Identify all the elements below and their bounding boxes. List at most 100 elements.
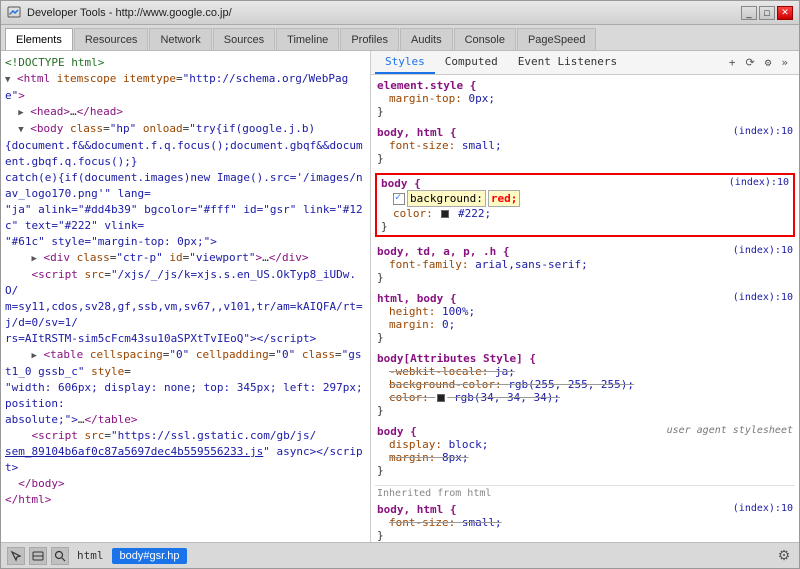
title-bar: Developer Tools - http://www.google.co.j… bbox=[1, 1, 799, 25]
rule-header: body[Attributes Style] { bbox=[377, 352, 793, 365]
rule-body-html: body, html { (index):10 font-size: small… bbox=[375, 126, 795, 165]
rule-close: } bbox=[377, 529, 793, 542]
tab-timeline[interactable]: Timeline bbox=[276, 28, 339, 50]
color-swatch bbox=[437, 394, 445, 402]
rule-close: } bbox=[381, 220, 789, 233]
editable-prop[interactable]: background: bbox=[407, 190, 486, 207]
html-line: </html> bbox=[5, 492, 366, 508]
html-line: "width: 606px; display: none; top: 345px… bbox=[5, 380, 366, 412]
rule-selector: body, html { bbox=[377, 503, 456, 516]
html-panel[interactable]: <!DOCTYPE html> ▼ <html itemscope itemty… bbox=[1, 51, 371, 542]
rule-body-editing: body { (index):10 background: red; color… bbox=[375, 173, 795, 237]
style-prop: font-family: bbox=[389, 258, 468, 271]
rule-props-2: margin: 8px; bbox=[377, 451, 793, 464]
settings-gear-icon[interactable]: ⚙ bbox=[775, 547, 793, 565]
prop-checkbox[interactable] bbox=[393, 193, 405, 205]
rule-body-td: body, td, a, p, .h { (index):10 font-fam… bbox=[375, 245, 795, 284]
tab-audits[interactable]: Audits bbox=[400, 28, 453, 50]
tab-network[interactable]: Network bbox=[149, 28, 211, 50]
html-breadcrumb[interactable]: html bbox=[77, 549, 104, 562]
rule-close: } bbox=[377, 331, 793, 344]
style-prop: margin: bbox=[389, 318, 435, 331]
rule-source[interactable]: (index):10 bbox=[733, 503, 793, 516]
rule-header: body, html { (index):10 bbox=[377, 503, 793, 516]
tab-elements[interactable]: Elements bbox=[5, 28, 73, 50]
rule-html-body: html, body { (index):10 height: 100%; ma… bbox=[375, 292, 795, 344]
refresh-action[interactable]: ⟳ bbox=[743, 56, 758, 69]
style-val: #222; bbox=[458, 207, 491, 220]
maximize-button[interactable]: □ bbox=[759, 6, 775, 20]
html-line: ▶ <div class="ctr-p" id="viewport">…</di… bbox=[5, 250, 366, 267]
rule-element-style: element.style { margin-top: 0px; } bbox=[375, 79, 795, 118]
html-line: absolute;">…</table> bbox=[5, 412, 366, 428]
rule-header: body { (index):10 bbox=[381, 177, 789, 190]
rule-props-color: color: #222; bbox=[381, 207, 789, 220]
window-controls: _ □ ✕ bbox=[741, 6, 793, 20]
rule-selector: html, body { bbox=[377, 292, 456, 305]
inspect-icon[interactable] bbox=[7, 547, 25, 565]
rule-selector: element.style { bbox=[377, 79, 476, 92]
rule-source[interactable]: (index):10 bbox=[733, 245, 793, 258]
rule-selector: body, html { bbox=[377, 126, 456, 139]
selector-tag[interactable]: body#gsr.hp bbox=[112, 548, 188, 564]
html-line: <!DOCTYPE html> bbox=[5, 55, 366, 71]
styles-content: element.style { margin-top: 0px; } body,… bbox=[371, 75, 799, 542]
main-toolbar: Elements Resources Network Sources Timel… bbox=[1, 25, 799, 51]
tab-styles[interactable]: Styles bbox=[375, 51, 435, 74]
strikethrough-prop: -webkit-locale: ja; bbox=[389, 365, 515, 378]
title-bar-left: Developer Tools - http://www.google.co.j… bbox=[7, 6, 232, 20]
add-style-action[interactable]: + bbox=[726, 56, 739, 69]
html-line: ▶ <head>…</head> bbox=[5, 104, 366, 121]
html-line: rs=AItRSTM-sim5cFcm43su10aSPXtTvIEoQ"></… bbox=[5, 331, 366, 347]
rule-props: -webkit-locale: ja; bbox=[377, 365, 793, 378]
rule-props: margin-top: 0px; bbox=[377, 92, 793, 105]
panel-tab-actions: + ⟳ ⚙ » bbox=[726, 51, 795, 74]
rule-close: } bbox=[377, 464, 793, 477]
close-button[interactable]: ✕ bbox=[777, 6, 793, 20]
console-drawer-icon[interactable] bbox=[29, 547, 47, 565]
style-val: small; bbox=[462, 139, 502, 152]
html-line: "#61c" style="margin-top: 0px;"> bbox=[5, 234, 366, 250]
tab-computed[interactable]: Computed bbox=[435, 51, 508, 74]
html-line: </body> bbox=[5, 476, 366, 492]
style-val: 0px; bbox=[468, 92, 495, 105]
rule-selector: body, td, a, p, .h { bbox=[377, 245, 509, 258]
tab-event-listeners[interactable]: Event Listeners bbox=[508, 51, 627, 74]
rule-source[interactable]: (index):10 bbox=[733, 126, 793, 139]
bottom-toolbar: html body#gsr.hp ⚙ bbox=[1, 542, 799, 568]
tab-profiles[interactable]: Profiles bbox=[340, 28, 399, 50]
rule-close: } bbox=[377, 105, 793, 118]
rule-selector: body { bbox=[381, 177, 421, 190]
strikethrough-prop: font-size: small; bbox=[389, 516, 502, 529]
html-line: sem_89104b6af0c87a5697dec4b559556233.js"… bbox=[5, 444, 366, 476]
rule-header: element.style { bbox=[377, 79, 793, 92]
tab-resources[interactable]: Resources bbox=[74, 28, 149, 50]
tab-pagespeed[interactable]: PageSpeed bbox=[517, 28, 597, 50]
main-content: <!DOCTYPE html> ▼ <html itemscope itemty… bbox=[1, 51, 799, 542]
devtools-window: Developer Tools - http://www.google.co.j… bbox=[0, 0, 800, 569]
rule-props-2: background-color: rgb(255, 255, 255); bbox=[377, 378, 793, 391]
rule-source[interactable]: (index):10 bbox=[729, 177, 789, 190]
tab-sources[interactable]: Sources bbox=[213, 28, 275, 50]
tab-console[interactable]: Console bbox=[454, 28, 516, 50]
html-line: m=sy11,cdos,sv28,gf,ssb,vm,sv67,,v101,tr… bbox=[5, 299, 366, 331]
rule-body-attrs: body[Attributes Style] { -webkit-locale:… bbox=[375, 352, 795, 417]
html-line: {document.f&&document.f.q.focus();docume… bbox=[5, 138, 366, 170]
html-line: <script src="/xjs/_/js/k=xjs.s.en_US.OkT… bbox=[5, 267, 366, 299]
html-line: ▼ <body class="hp" onload="try{if(google… bbox=[5, 121, 366, 138]
minimize-button[interactable]: _ bbox=[741, 6, 757, 20]
editable-val[interactable]: red; bbox=[488, 190, 521, 207]
styles-panel[interactable]: Styles Computed Event Listeners + ⟳ ⚙ » … bbox=[371, 51, 799, 542]
rule-close: } bbox=[377, 271, 793, 284]
search-icon[interactable] bbox=[51, 547, 69, 565]
html-line: ▶ <table cellspacing="0" cellpadding="0"… bbox=[5, 347, 366, 380]
rule-inherited-body-html: body, html { (index):10 font-size: small… bbox=[375, 503, 795, 542]
rule-source[interactable]: (index):10 bbox=[733, 292, 793, 305]
settings-action[interactable]: ⚙ bbox=[762, 56, 775, 69]
close-panel-action[interactable]: » bbox=[778, 56, 791, 69]
rule-header: body, td, a, p, .h { (index):10 bbox=[377, 245, 793, 258]
window-title: Developer Tools - http://www.google.co.j… bbox=[27, 7, 232, 19]
rule-props-3: color: rgb(34, 34, 34); bbox=[377, 391, 793, 404]
rule-selector: body[Attributes Style] { bbox=[377, 352, 536, 365]
devtools-icon bbox=[7, 6, 21, 20]
